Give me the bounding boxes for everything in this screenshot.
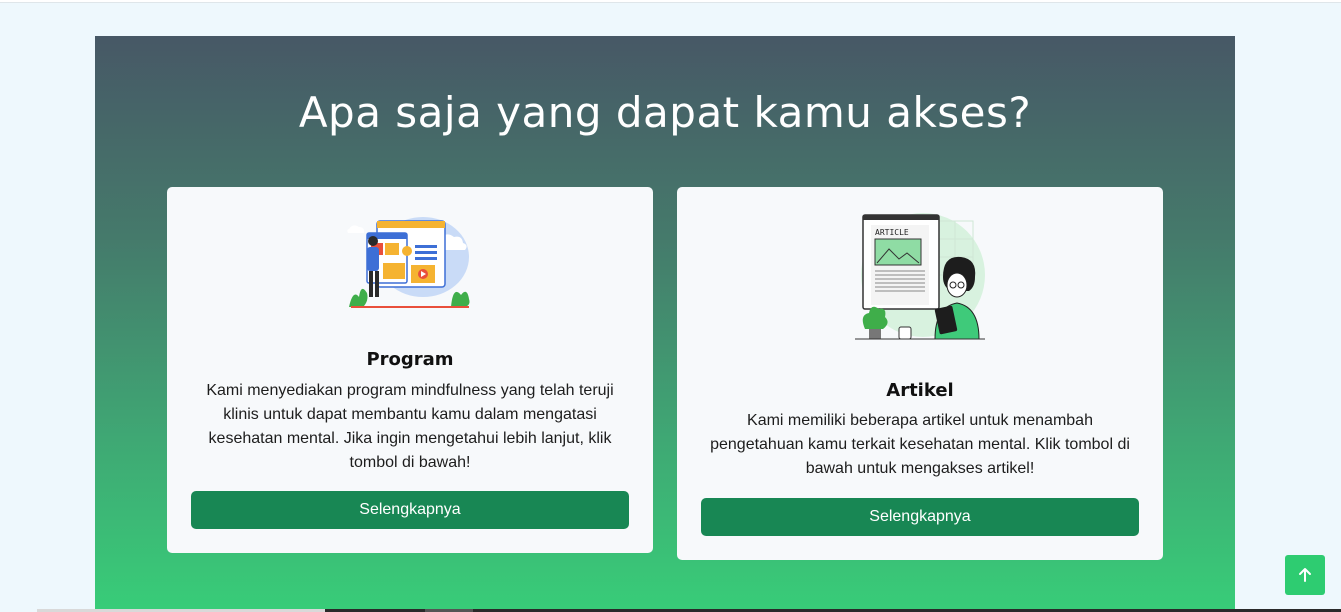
scroll-to-top-button[interactable]	[1285, 555, 1325, 595]
program-heading: Program	[366, 349, 454, 370]
article-description: Kami memiliki beberapa artikel untuk men…	[710, 412, 1130, 477]
top-border	[0, 0, 1341, 3]
arrow-up-icon	[1299, 568, 1311, 582]
article-label: ARTICLE	[875, 228, 909, 237]
program-illustration	[347, 217, 470, 308]
article-heading: Artikel	[886, 380, 954, 401]
features-section: Apa saja yang dapat kamu akses? Program …	[95, 36, 1235, 612]
article-illustration: ARTICLE	[855, 213, 985, 340]
article-card: ARTICLE Artikel Kami memiliki beberapa a…	[677, 187, 1163, 560]
program-more-button[interactable]: Selengkapnya	[191, 491, 629, 529]
program-description: Kami menyediakan program mindfulness yan…	[206, 382, 614, 471]
program-card: Program Kami menyediakan program mindful…	[167, 187, 653, 553]
article-more-button[interactable]: Selengkapnya	[701, 498, 1139, 536]
section-title: Apa saja yang dapat kamu akses?	[298, 88, 1032, 137]
